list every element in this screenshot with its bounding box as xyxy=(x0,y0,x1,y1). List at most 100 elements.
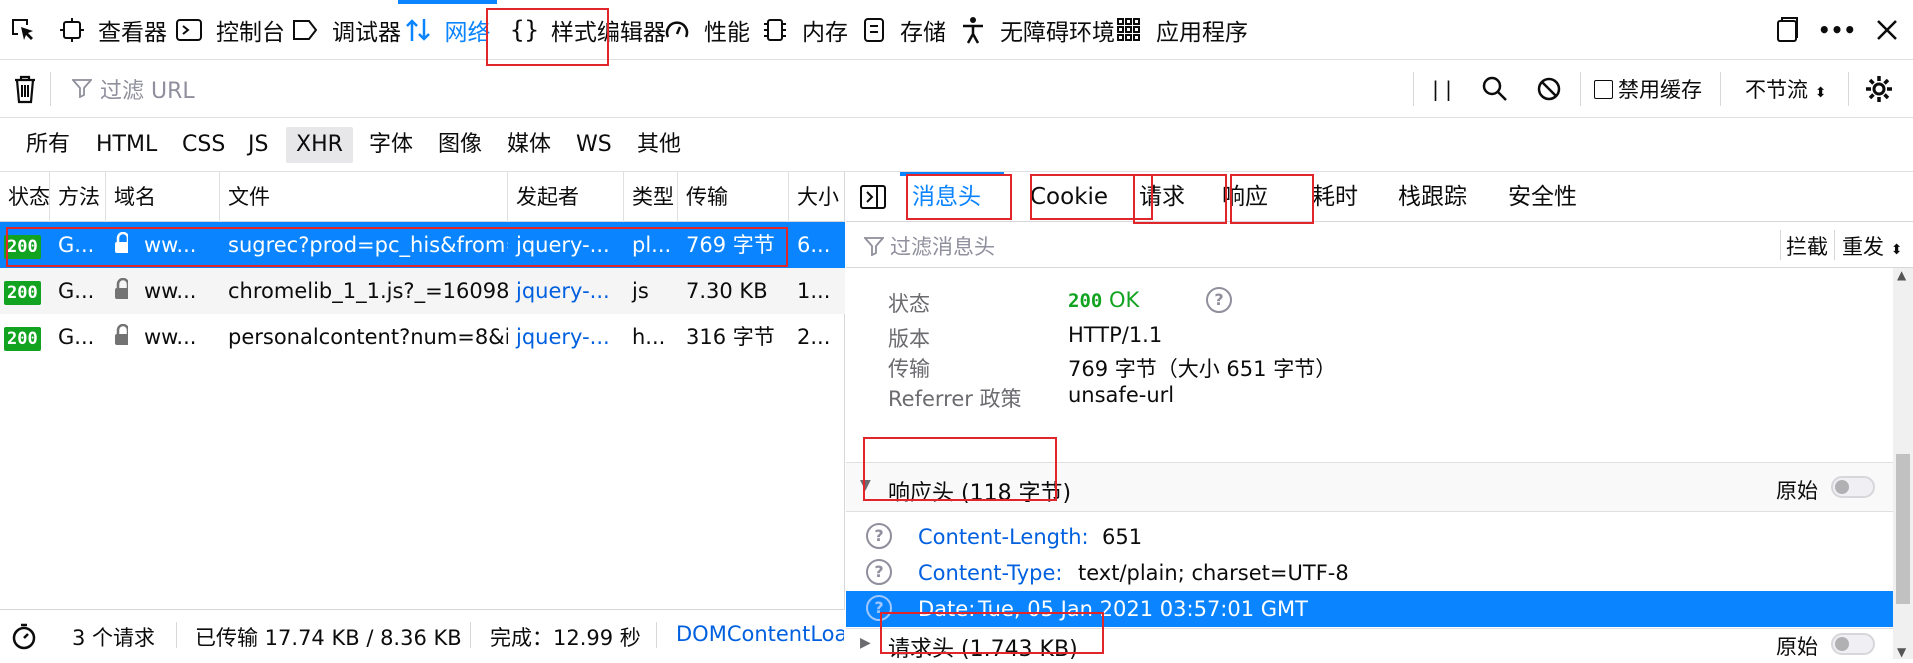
search-icon[interactable] xyxy=(1478,72,1512,106)
type-filter-bar: 所有 HTML CSS JS XHR 字体 图像 媒体 WS 其他 xyxy=(0,118,1913,172)
scroll-down-arrow-icon[interactable]: ▼ xyxy=(1897,645,1906,659)
col-file[interactable]: 文件 xyxy=(220,172,508,222)
tab-accessibility[interactable]: 无障碍环境 xyxy=(960,0,1115,60)
filter-images[interactable]: 图像 xyxy=(428,127,492,163)
tab-console[interactable]: 控制台 xyxy=(176,0,285,60)
stopwatch-icon[interactable] xyxy=(10,622,38,650)
network-filter-bar: 过滤 URL | | 禁用缓存 不节流 ⬍ xyxy=(0,60,1913,118)
help-question-icon[interactable]: ? xyxy=(866,595,892,621)
filter-js[interactable]: JS xyxy=(238,127,278,163)
col-transferred[interactable]: 传输 xyxy=(678,172,789,222)
close-icon[interactable] xyxy=(1870,13,1904,47)
dock-side-icon[interactable] xyxy=(1770,13,1804,47)
type-cell: js xyxy=(632,279,649,303)
tab-security[interactable]: 安全性 xyxy=(1496,172,1589,222)
tab-inspector[interactable]: 查看器 xyxy=(60,0,167,60)
expand-triangle-icon: ▼ xyxy=(860,477,871,493)
lock-icon xyxy=(106,314,128,360)
lock-icon xyxy=(106,222,128,268)
method-cell: G... xyxy=(58,233,95,257)
memory-chip-icon xyxy=(764,19,786,41)
domain-cell: ww... xyxy=(144,279,197,303)
help-question-icon[interactable]: ? xyxy=(866,523,892,549)
request-count: 3 个请求 xyxy=(72,626,156,650)
tab-performance[interactable]: 性能 xyxy=(664,0,750,60)
filter-ws[interactable]: WS xyxy=(566,127,622,163)
raw-label: 原始 xyxy=(1776,635,1818,659)
tab-debugger-label: 调试器 xyxy=(332,20,401,46)
tab-storage[interactable]: 存储 xyxy=(862,0,946,60)
filter-xhr[interactable]: XHR xyxy=(286,127,353,163)
initiator-link[interactable]: jquery-... xyxy=(508,268,624,314)
tab-accessibility-label: 无障碍环境 xyxy=(1000,20,1115,46)
tab-performance-label: 性能 xyxy=(704,20,750,46)
response-headers-section[interactable]: ▼ 响应头 (118 字节) 原始 xyxy=(846,462,1893,512)
scrollbar-thumb[interactable] xyxy=(1896,454,1910,604)
filter-media[interactable]: 媒体 xyxy=(497,127,561,163)
tab-timings[interactable]: 耗时 xyxy=(1300,172,1370,222)
collapse-triangle-icon: ▶ xyxy=(860,635,871,651)
header-line-selected[interactable]: ? Date: Tue, 05 Jan 2021 03:57:01 GMT xyxy=(846,591,1893,627)
headers-filter-input[interactable]: 过滤消息头 xyxy=(890,231,995,261)
request-row[interactable]: 200 G... ww... chromelib_1_1.js?_=160981… xyxy=(0,268,845,314)
header-name: Content-Length: xyxy=(918,525,1089,549)
request-headers-section[interactable]: ▶ 请求头 (1.743 KB) 原始 xyxy=(846,628,1893,662)
tab-application-label: 应用程序 xyxy=(1156,20,1248,46)
finish-time: 完成：12.99 秒 xyxy=(490,626,641,650)
tab-request[interactable]: 请求 xyxy=(1127,172,1197,222)
tab-storage-label: 存储 xyxy=(900,20,946,46)
debugger-icon xyxy=(293,20,318,40)
initiator-link[interactable]: jquery-... xyxy=(508,314,624,360)
element-picker-icon[interactable] xyxy=(6,13,40,47)
trash-icon[interactable] xyxy=(8,72,42,106)
inspector-icon xyxy=(60,18,84,42)
initiator-link[interactable]: jquery-... xyxy=(508,222,624,268)
block-icon[interactable] xyxy=(1532,72,1566,106)
settings-gear-icon[interactable] xyxy=(1862,72,1896,106)
filter-all[interactable]: 所有 xyxy=(16,127,80,163)
throttle-label: 不节流 xyxy=(1745,78,1808,102)
filter-css[interactable]: CSS xyxy=(172,127,235,163)
filter-other[interactable]: 其他 xyxy=(627,127,691,163)
tab-memory[interactable]: 内存 xyxy=(762,0,848,60)
response-headers-title: 响应头 (118 字节) xyxy=(888,481,1072,506)
scroll-up-arrow-icon[interactable]: ▲ xyxy=(1897,268,1906,282)
block-button[interactable]: 拦截 xyxy=(1786,231,1828,261)
request-row[interactable]: 200 G... ww... personalcontent?num=8&ii … xyxy=(0,314,845,360)
filter-html[interactable]: HTML xyxy=(86,127,167,163)
col-size[interactable]: 大小 xyxy=(789,172,845,222)
file-cell: sugrec?prod=pc_his&from= xyxy=(228,233,508,257)
more-options-icon[interactable]: ••• xyxy=(1818,13,1856,47)
tab-style-editor[interactable]: {} 样式编辑器 xyxy=(510,0,666,60)
file-cell: personalcontent?num=8&ii xyxy=(228,325,508,349)
tab-headers[interactable]: 消息头 xyxy=(900,172,1004,222)
col-type[interactable]: 类型 xyxy=(624,172,678,222)
performance-gauge-icon xyxy=(665,21,689,38)
tab-stack-trace[interactable]: 栈跟踪 xyxy=(1386,172,1479,222)
pause-icon[interactable]: | | xyxy=(1425,72,1459,106)
network-status-bar: 3 个请求 已传输 17.74 KB / 8.36 KB 完成：12.99 秒 … xyxy=(0,609,845,659)
tab-cookie[interactable]: Cookie xyxy=(1018,172,1120,222)
raw-toggle[interactable] xyxy=(1831,633,1875,655)
col-status[interactable]: 状态 xyxy=(0,172,50,222)
tab-application[interactable]: 应用程序 xyxy=(1116,0,1248,60)
col-initiator[interactable]: 发起者 xyxy=(508,172,624,222)
help-question-icon[interactable]: ? xyxy=(1206,287,1232,313)
throttle-select[interactable]: 不节流 ⬍ xyxy=(1745,74,1826,104)
size-cell: 2... xyxy=(797,325,831,349)
filter-fonts[interactable]: 字体 xyxy=(359,127,423,163)
resend-button[interactable]: 重发 ⬍ xyxy=(1842,231,1902,261)
col-method[interactable]: 方法 xyxy=(50,172,106,222)
tab-debugger[interactable]: 调试器 xyxy=(292,0,401,60)
col-domain[interactable]: 域名 xyxy=(106,172,220,222)
tab-network[interactable]: 网络 xyxy=(398,0,497,60)
help-question-icon[interactable]: ? xyxy=(866,559,892,585)
raw-toggle[interactable] xyxy=(1831,476,1875,498)
disable-cache-checkbox[interactable] xyxy=(1594,80,1613,99)
toggle-sidebar-icon[interactable] xyxy=(856,180,890,214)
tab-response[interactable]: 响应 xyxy=(1210,172,1280,222)
request-row[interactable]: 200 G... ww... sugrec?prod=pc_his&from= … xyxy=(0,222,845,268)
url-filter-input[interactable]: 过滤 URL xyxy=(100,73,195,105)
header-name: Content-Type: xyxy=(918,561,1063,585)
details-scrollbar[interactable]: ▲ ▼ xyxy=(1893,268,1913,659)
